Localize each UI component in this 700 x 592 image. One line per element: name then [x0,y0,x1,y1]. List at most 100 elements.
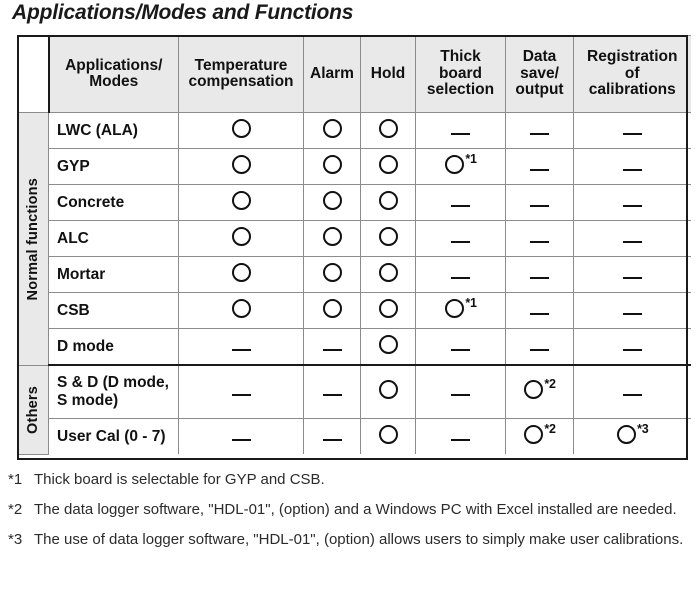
circle-icon [378,154,398,174]
matrix-cell [505,184,574,221]
mode-name-cell: GYP [48,148,179,185]
header-data-save-output: Data save/output [505,35,574,113]
matrix-cell [415,364,506,419]
circle-icon [231,118,251,138]
circle-icon [378,226,398,246]
circle-icon [231,190,251,210]
dash-icon [530,168,549,171]
matrix-cell [415,256,506,293]
footnote-item: *2 The data logger software, "HDL-01", (o… [8,500,692,520]
matrix-cell [303,328,361,366]
circle-icon [524,380,544,399]
dash-icon [322,348,342,351]
matrix-cell [360,148,416,185]
matrix-cell [178,328,304,366]
matrix-cell [415,220,506,257]
footnote-item: *1 Thick board is selectable for GYP and … [8,470,692,490]
table-row: Normal functions LWC (ALA) [17,112,691,366]
header-registration-of-calibrations: Registration of calibrations [573,35,691,113]
matrix-cell [360,220,416,257]
matrix-cell [573,148,691,185]
circle-icon [378,118,398,138]
matrix-cell [573,328,691,366]
footnote-marker: *3 [637,421,649,436]
table-header: Applications/Modes Temperature compensati… [17,35,691,113]
dash-icon [322,394,342,396]
matrix-cell [360,184,416,221]
matrix-cell [178,364,304,419]
table-row: ALC [18,220,691,257]
circle-icon [231,154,251,174]
dash-icon [530,204,549,207]
dash-icon [530,276,549,279]
matrix-cell [303,220,361,257]
dash-icon [231,438,251,441]
group-label-cell: Others [17,364,49,455]
dash-icon [530,240,549,243]
table-row: GYP *1 [18,148,691,185]
dash-icon [231,394,251,396]
circle-icon [322,190,342,210]
matrix-cell [178,112,304,149]
applications-modes-table: Applications/Modes Temperature compensati… [17,35,691,455]
group-label: Others [25,385,41,434]
mode-name-cell: S & D (D mode, S mode) [48,364,179,419]
dash-icon [451,132,470,135]
footnote-marker: *2 [544,421,556,436]
matrix-cell [360,292,416,329]
dash-icon [231,348,251,351]
matrix-cell [505,112,574,149]
matrix-cell [415,112,506,149]
circle-icon [617,424,637,444]
matrix-cell [415,418,506,454]
dash-icon [322,438,342,441]
matrix-cell [505,220,574,257]
circle-icon [378,380,398,399]
footnote-mark: *1 [8,471,23,488]
circle-icon [322,154,342,174]
dash-icon [622,394,642,396]
matrix-cell [573,220,691,257]
matrix-cell [573,292,691,329]
matrix-cell [303,148,361,185]
matrix-cell [360,256,416,293]
footnote-text: The use of data logger software, "HDL-01… [34,531,684,548]
dash-icon [451,240,470,243]
circle-icon [322,226,342,246]
circle-icon [231,226,251,246]
matrix-cell: *2 [505,418,574,454]
footnote-mark: *2 [8,501,23,518]
dash-icon [530,348,549,351]
matrix-cell [178,256,304,293]
applications-modes-table-wrapper: Applications/Modes Temperature compensati… [17,35,691,455]
matrix-cell [178,184,304,221]
matrix-cell: *3 [573,418,691,454]
matrix-cell [573,184,691,221]
circle-icon [322,298,342,318]
matrix-cell [178,220,304,257]
circle-icon [322,118,342,138]
dash-icon [451,204,470,207]
header-thick-board-selection: Thick board selection [415,35,506,113]
group-label: Normal functions [25,177,41,300]
circle-icon [231,262,251,282]
matrix-cell [178,148,304,185]
matrix-cell: *1 [415,148,506,185]
matrix-cell [360,328,416,366]
matrix-cell [303,418,361,454]
header-hold: Hold [360,35,416,113]
table-row: Concrete [18,184,691,221]
dash-icon [622,276,642,279]
table-row: D mode [18,328,691,366]
matrix-cell [303,112,361,149]
footnote-text: The data logger software, "HDL-01", (opt… [34,501,677,518]
dash-icon [622,204,642,207]
dash-icon [622,168,642,171]
matrix-cell [415,328,506,366]
matrix-cell [178,418,304,454]
header-applications-modes: Applications/Modes [48,35,179,113]
matrix-cell [178,292,304,329]
matrix-cell [505,292,574,329]
dash-icon [622,312,642,315]
circle-icon [378,424,398,444]
